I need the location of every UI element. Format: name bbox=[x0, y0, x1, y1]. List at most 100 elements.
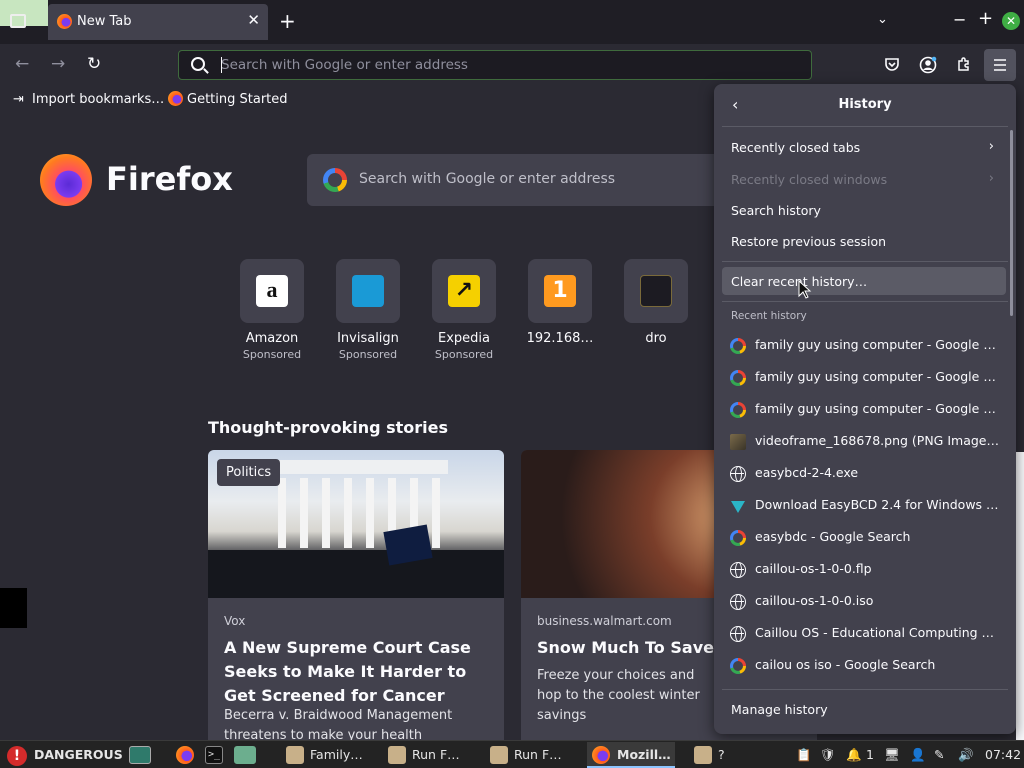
sponsored-label: Sponsored bbox=[242, 348, 302, 361]
history-entry[interactable]: Download EasyBCD 2.4 for Windows | … bbox=[730, 495, 1000, 517]
run-window-icon bbox=[490, 746, 508, 764]
taskbar-app[interactable]: Run F… bbox=[514, 747, 562, 762]
warning-icon[interactable]: ! bbox=[7, 746, 27, 766]
history-entry[interactable]: Caillou OS - Educational Computing En… bbox=[730, 623, 1000, 645]
taskbar: ! DANGEROUS >_ Family… Run F… Run F… Moz… bbox=[0, 740, 1024, 768]
divider bbox=[722, 301, 1008, 302]
list-all-tabs-button[interactable]: ⌄ bbox=[877, 12, 888, 27]
chevron-right-icon: › bbox=[988, 171, 994, 186]
notifications-icon[interactable]: 🔔 bbox=[846, 747, 862, 763]
back-button[interactable]: ← bbox=[15, 54, 29, 74]
getting-started-link[interactable]: Getting Started bbox=[187, 92, 288, 107]
warning-label[interactable]: DANGEROUS bbox=[34, 747, 123, 762]
easybcd-icon bbox=[730, 498, 746, 514]
clock[interactable]: 07:42 bbox=[985, 747, 1021, 762]
top-site-name: dro bbox=[645, 331, 667, 346]
history-entry[interactable]: family guy using computer - Google Se… bbox=[730, 335, 1000, 357]
import-bookmarks-link[interactable]: Import bookmarks… bbox=[32, 92, 164, 107]
history-entry[interactable]: easybdc - Google Search bbox=[730, 527, 1000, 549]
panel-scrollbar[interactable] bbox=[1010, 130, 1013, 316]
history-entry[interactable]: family guy using computer - Google Se… bbox=[730, 399, 1000, 421]
story-card[interactable]: Politics Vox A New Supreme Court Case Se… bbox=[208, 450, 504, 740]
extensions-icon[interactable] bbox=[955, 56, 973, 74]
image-icon bbox=[730, 434, 746, 450]
minimize-button[interactable]: − bbox=[953, 10, 966, 29]
sponsored-label: Sponsored bbox=[338, 348, 398, 361]
show-desktop-icon[interactable] bbox=[129, 746, 151, 764]
restore-session-item[interactable]: Restore previous session bbox=[731, 234, 886, 249]
url-input[interactable] bbox=[221, 53, 801, 77]
import-bookmarks-icon: ⇥ bbox=[13, 92, 24, 107]
taskbar-app[interactable]: Mozill… bbox=[617, 747, 671, 762]
history-entry-title: family guy using computer - Google Se… bbox=[755, 337, 1000, 352]
display-icon[interactable]: 🖥 bbox=[884, 747, 900, 763]
top-site-invisalign[interactable]: Invisalign Sponsored bbox=[320, 259, 416, 361]
history-panel: ‹ History Recently closed tabs › Recentl… bbox=[714, 84, 1016, 734]
family-guy-window-icon bbox=[286, 746, 304, 764]
story-excerpt: Becerra v. Braidwood Management threaten… bbox=[224, 708, 453, 740]
url-bar[interactable] bbox=[178, 50, 812, 80]
new-tab-button[interactable]: + bbox=[279, 9, 296, 33]
tab-new-tab[interactable]: New Tab ✕ bbox=[48, 4, 268, 40]
files-icon[interactable] bbox=[234, 746, 256, 764]
number-one-icon: 1 bbox=[544, 275, 576, 307]
top-site-name: Amazon bbox=[245, 331, 299, 346]
recently-closed-tabs-item[interactable]: Recently closed tabs bbox=[731, 140, 860, 155]
sponsored-label: Sponsored bbox=[434, 348, 494, 361]
pocket-icon[interactable] bbox=[883, 56, 901, 74]
shield-icon[interactable]: 🛡 bbox=[820, 747, 836, 763]
activities-corner[interactable] bbox=[0, 0, 48, 28]
recent-history-label: Recent history bbox=[731, 310, 807, 322]
firefox-launcher-icon[interactable] bbox=[176, 746, 194, 764]
history-entry[interactable]: caillou-os-1-0-0.iso bbox=[730, 591, 1000, 613]
firefox-bookmark-icon bbox=[168, 91, 183, 106]
app-menu-button[interactable] bbox=[984, 49, 1016, 81]
history-entry[interactable]: easybcd-2-4.exe bbox=[730, 463, 1000, 485]
newtab-search-box[interactable]: Search with Google or enter address bbox=[307, 154, 727, 206]
history-entry[interactable]: videoframe_168678.png (PNG Image, … bbox=[730, 431, 1000, 453]
taskbar-app[interactable]: Family… bbox=[310, 747, 363, 762]
top-site-name: Expedia bbox=[438, 331, 490, 346]
taskbar-app[interactable]: ? bbox=[718, 747, 725, 762]
divider bbox=[722, 689, 1008, 690]
category-badge: Politics bbox=[217, 459, 281, 486]
user-icon[interactable]: 👤 bbox=[910, 747, 926, 763]
terminal-icon[interactable]: >_ bbox=[205, 746, 223, 764]
manage-history-item[interactable]: Manage history bbox=[731, 702, 828, 717]
clipboard-icon[interactable]: 📋 bbox=[796, 747, 812, 763]
pen-icon[interactable]: ✎ bbox=[934, 747, 944, 762]
boot-icon bbox=[640, 275, 672, 307]
history-entry[interactable]: cailou os iso - Google Search bbox=[730, 655, 1000, 677]
divider bbox=[722, 261, 1008, 262]
history-entry-title: family guy using computer - Google Se… bbox=[755, 369, 1000, 384]
forward-button[interactable]: → bbox=[51, 54, 65, 74]
top-site-amazon[interactable]: a Amazon Sponsored bbox=[224, 259, 320, 361]
reload-button[interactable]: ↻ bbox=[87, 54, 101, 74]
globe-icon bbox=[730, 626, 746, 642]
globe-icon bbox=[730, 562, 746, 578]
history-entry[interactable]: caillou-os-1-0-0.flp bbox=[730, 559, 1000, 581]
firefox-favicon-icon bbox=[57, 14, 72, 29]
expedia-logo-icon: ↗ bbox=[448, 275, 480, 307]
tab-close-icon[interactable]: ✕ bbox=[247, 11, 260, 29]
close-window-button[interactable]: ✕ bbox=[1002, 12, 1020, 30]
mouse-cursor-icon bbox=[798, 280, 812, 299]
history-entry-title: videoframe_168678.png (PNG Image, … bbox=[755, 433, 1000, 448]
top-site-expedia[interactable]: ↗ Expedia Sponsored bbox=[416, 259, 512, 361]
account-icon[interactable] bbox=[919, 56, 937, 74]
invisalign-logo-icon bbox=[352, 275, 384, 307]
chevron-right-icon: › bbox=[988, 139, 994, 154]
globe-icon bbox=[730, 466, 746, 482]
maximize-button[interactable]: + bbox=[978, 8, 993, 29]
search-history-item[interactable]: Search history bbox=[731, 203, 821, 218]
search-icon bbox=[191, 57, 205, 71]
hamburger-icon bbox=[994, 59, 1006, 71]
top-site-local-ip[interactable]: 1 192.168… bbox=[512, 259, 608, 346]
volume-icon[interactable]: 🔊 bbox=[958, 747, 974, 763]
top-site-dro[interactable]: dro bbox=[608, 259, 704, 346]
recently-closed-windows-item[interactable]: Recently closed windows bbox=[731, 172, 887, 187]
history-entry[interactable]: family guy using computer - Google Se… bbox=[730, 367, 1000, 389]
taskbar-app[interactable]: Run F… bbox=[412, 747, 460, 762]
tab-title: New Tab bbox=[77, 14, 132, 29]
history-entry-title: easybdc - Google Search bbox=[755, 529, 911, 544]
